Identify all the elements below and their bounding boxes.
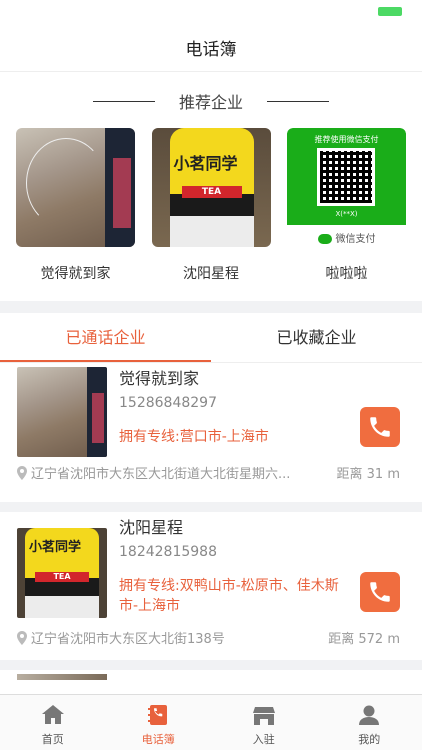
user-icon [359,705,380,725]
company-card[interactable]: 觉得就到家 15286848297 拥有专线:营口市-上海市 辽宁省沈阳市大东区… [0,363,422,502]
wechat-pay-label: 微信支付 [287,230,406,245]
company-name: 沈阳星程 [119,518,184,537]
image-text: 小茗同学 [29,540,82,555]
recommend-heading: 推荐企业 [0,82,422,120]
qr-title: 推荐使用微信支付 [314,135,379,144]
recommend-name: 沈阳星程 [183,266,239,282]
phonebook-icon [148,705,168,725]
recommend-image-qr: 推荐使用微信支付 X(**X) 微信支付 [287,128,406,247]
tab-called[interactable]: 已通话企业 [0,313,211,362]
tabbar-label: 电话簿 [141,733,175,746]
image-detail [92,393,104,443]
image-badge: TEA [35,572,89,582]
recommend-item[interactable]: 推荐使用微信支付 X(**X) 微信支付 啦啦啦 [287,128,406,283]
home-icon [41,705,64,724]
tabbar-item-phonebook[interactable]: 电话簿 [106,695,212,750]
qr-code-icon [317,148,375,206]
company-address: 辽宁省沈阳市大东区大北街道大北街星期六... [31,467,291,482]
store-icon [252,707,275,725]
phone-icon [370,417,390,437]
tabbar-label: 入驻 [252,733,275,746]
phone-icon [370,582,390,602]
call-button[interactable] [360,572,400,612]
image-detail [26,138,106,228]
wechat-icon [317,234,332,244]
company-phone: 15286848297 [119,395,217,411]
page-title: 电话簿 [185,40,237,60]
recommend-name: 啦啦啦 [325,266,368,282]
bottom-tabbar: 首页 电话簿 入驻 我的 [0,694,422,750]
company-lines: 拥有专线:双鸭山市-松原市、佳木斯市-上海市 [119,578,339,614]
location-pin-icon [17,465,27,480]
tabbar-item-join[interactable]: 入驻 [211,695,317,750]
tabbar-label: 首页 [41,733,64,746]
company-image [17,367,107,457]
company-footer: 辽宁省沈阳市大东区大北街道大北街星期六... 距离 31 m [17,463,400,482]
recommend-name: 觉得就到家 [40,266,111,282]
company-info: 觉得就到家 15286848297 拥有专线:营口市-上海市 [119,363,352,447]
company-lines: 拥有专线:营口市-上海市 [119,429,269,445]
tabbar-item-me[interactable]: 我的 [317,695,422,750]
wechat-pay-text: 微信支付 [335,234,376,245]
company-distance: 距离 572 m [328,632,400,647]
tea-bottle-photo: 小茗同学 TEA [17,528,107,618]
company-image: 小茗同学 TEA [17,528,107,618]
tabbar-label: 我的 [358,733,381,746]
recommend-list: 觉得就到家 小茗同学 TEA 沈阳星程 推荐使用微信支付 X(**X) 微信支付… [0,120,422,283]
tabbar-item-home[interactable]: 首页 [0,695,106,750]
divider [92,100,155,102]
status-bar [0,0,422,24]
tab-favorited[interactable]: 已收藏企业 [211,313,422,362]
tab-underline [0,360,211,362]
qr-subtitle: X(**X) [335,210,358,218]
company-footer: 辽宁省沈阳市大东区大北街138号 距离 572 m [17,628,400,647]
image-detail [113,158,131,228]
image-detail [25,596,99,618]
company-address: 辽宁省沈阳市大东区大北街138号 [31,632,225,647]
recommend-heading-text: 推荐企业 [178,93,243,112]
divider [267,100,329,102]
list-tabs: 已通话企业 已收藏企业 [0,313,422,363]
battery-icon [378,7,402,16]
company-info: 沈阳星程 18242815988 拥有专线:双鸭山市-松原市、佳木斯市-上海市 [119,512,352,616]
image-detail [169,216,254,247]
call-button[interactable] [360,407,400,447]
company-image [17,674,107,680]
recommend-image-desk [16,128,135,247]
image-badge: TEA [181,186,242,198]
desk-photo [17,367,107,457]
company-phone: 18242815988 [119,544,217,560]
location-pin-icon [17,630,27,645]
recommend-section: 推荐企业 觉得就到家 小茗同学 TEA 沈阳星程 推荐使用微信支付 X(**X)… [0,72,422,301]
nav-bar: 电话簿 [0,24,422,72]
image-text: 小茗同学 [173,154,238,173]
recommend-item[interactable]: 觉得就到家 [16,128,135,283]
company-distance: 距离 31 m [336,467,400,482]
company-name: 觉得就到家 [119,369,200,388]
company-card[interactable]: 小茗同学 TEA 沈阳星程 18242815988 拥有专线:双鸭山市-松原市、… [0,512,422,660]
recommend-image-tea: 小茗同学 TEA [151,128,271,247]
recommend-item[interactable]: 小茗同学 TEA 沈阳星程 [151,128,271,283]
